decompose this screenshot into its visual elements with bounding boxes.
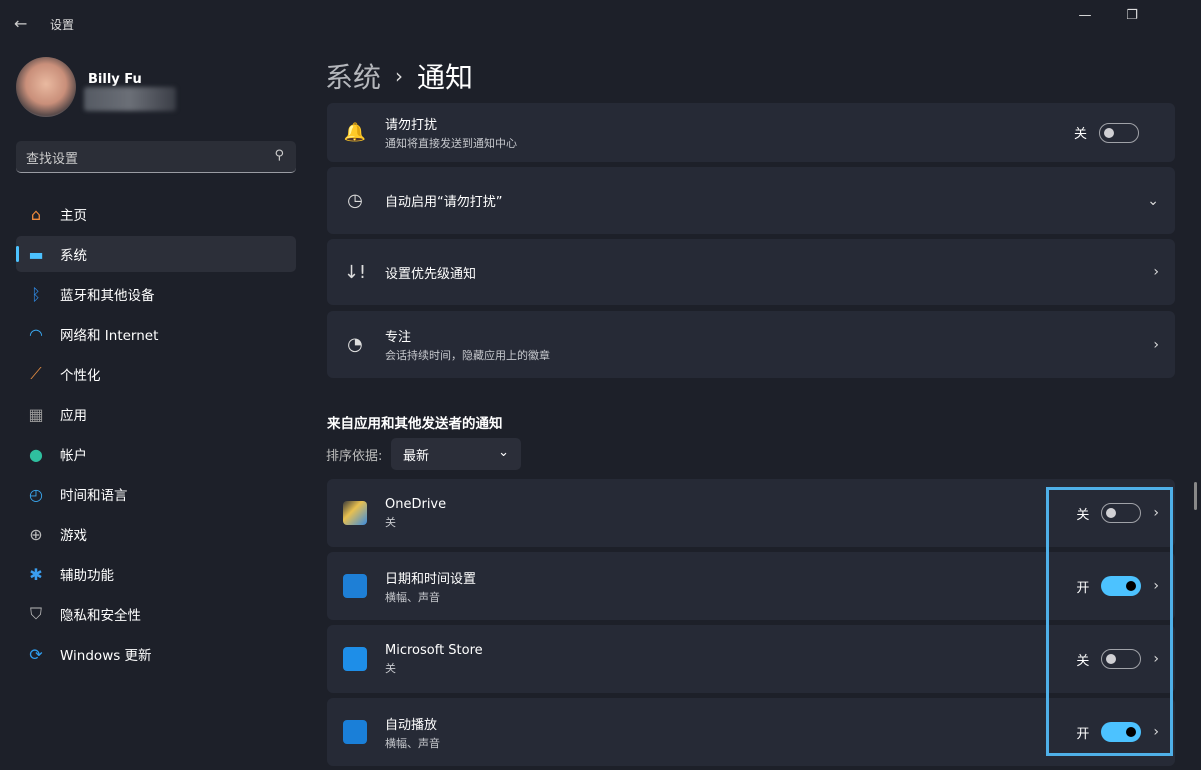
clock-icon: ◷ [347, 190, 363, 211]
sidebar-item-bluetooth[interactable]: ᛒ 蓝牙和其他设备 [16, 276, 296, 312]
sidebar-item-wifi[interactable]: ◠ 网络和 Internet [16, 316, 296, 352]
sidebar-item-label: 网络和 Internet [60, 328, 159, 344]
sidebar-item-brush[interactable]: ⟋ 个性化 [16, 356, 296, 392]
breadcrumb-separator: › [395, 64, 404, 88]
accessibility-icon: ✱ [29, 564, 43, 584]
home-icon: ⌂ [30, 204, 42, 224]
sidebar-item-label: 系统 [60, 248, 87, 264]
scrollbar[interactable] [1194, 482, 1197, 510]
app-name: OneDrive [385, 496, 447, 512]
sidebar-item-label: 蓝牙和其他设备 [60, 288, 155, 304]
back-button[interactable]: ← [14, 14, 27, 33]
app-subtitle: 关 [385, 515, 396, 529]
app-subtitle: 关 [385, 661, 396, 675]
app-subtitle: 横幅、声音 [385, 736, 440, 750]
auto-dnd-row[interactable]: ◷ 自动启用“请勿打扰” ⌄ [327, 167, 1175, 234]
app-title: 设置 [50, 18, 75, 32]
bell-snooze-icon: 🔔 [343, 122, 367, 143]
sidebar-item-label: 时间和语言 [60, 488, 128, 504]
sidebar-item-apps[interactable]: ▦ 应用 [16, 396, 296, 432]
sidebar-item-system[interactable]: ▬ 系统 [16, 236, 296, 272]
user-name: Billy Fu [88, 72, 142, 87]
brush-icon: ⟋ [30, 364, 42, 383]
autoplay-icon [343, 720, 367, 744]
chevron-down-icon: ⌄ [498, 445, 509, 460]
sidebar-item-label: 隐私和安全性 [60, 608, 141, 624]
do-not-disturb-toggle[interactable] [1099, 122, 1139, 143]
sidebar-item-label: 主页 [60, 208, 87, 224]
breadcrumb-parent[interactable]: 系统 [325, 56, 381, 96]
update-icon: ⟳ [29, 644, 43, 664]
onedrive-icon [343, 501, 367, 525]
app-name: 自动播放 [385, 717, 438, 733]
active-indicator [16, 246, 19, 262]
app-name: 日期和时间设置 [385, 571, 477, 587]
setting-title: 设置优先级通知 [385, 266, 477, 282]
sidebar-item-label: 游戏 [60, 528, 87, 544]
sort-value: 最新 [403, 449, 430, 464]
account-icon: ● [29, 444, 43, 464]
sidebar-item-accessibility[interactable]: ✱ 辅助功能 [16, 556, 296, 592]
breadcrumb: 系统 › 通知 [325, 56, 473, 96]
sidebar-item-label: 辅助功能 [60, 568, 114, 584]
chevron-down-icon[interactable]: ⌄ [1147, 193, 1159, 209]
focus-row[interactable]: ◔ 专注会话持续时间，隐藏应用上的徽章 › [327, 311, 1175, 378]
date-time-settings-icon [343, 574, 367, 598]
page-title: 通知 [417, 61, 474, 94]
highlight-box [1046, 487, 1173, 756]
section-heading: 来自应用和其他发送者的通知 [327, 416, 503, 432]
microsoft-store-icon [343, 647, 367, 671]
sidebar-item-account[interactable]: ● 帐户 [16, 436, 296, 472]
sidebar-item-label: Windows 更新 [60, 648, 152, 664]
search-placeholder: 查找设置 [26, 152, 79, 167]
setting-subtitle: 会话持续时间，隐藏应用上的徽章 [385, 349, 550, 362]
user-email-blurred [84, 87, 176, 111]
minimize-button[interactable]: — [1070, 8, 1100, 23]
gamepad-icon: ⊕ [29, 524, 43, 544]
sidebar-item-time-language[interactable]: ◴ 时间和语言 [16, 476, 296, 512]
sidebar-item-shield[interactable]: ⛉ 隐私和安全性 [16, 596, 296, 632]
sidebar-item-label: 个性化 [60, 368, 101, 384]
chevron-right-icon: › [1153, 336, 1159, 353]
priority-notifications-row[interactable]: ↓! 设置优先级通知 › [327, 239, 1175, 305]
apps-icon: ▦ [28, 404, 44, 424]
setting-title: 请勿打扰 [385, 118, 438, 133]
app-subtitle: 横幅、声音 [385, 590, 440, 604]
sidebar-item-label: 帐户 [60, 448, 87, 464]
do-not-disturb-row: 🔔 请勿打扰通知将直接发送到通知中心 关 [327, 103, 1175, 162]
setting-title: 自动启用“请勿打扰” [385, 195, 503, 210]
focus-icon: ◔ [347, 334, 363, 355]
setting-title: 专注 [385, 330, 412, 345]
app-name: Microsoft Store [385, 642, 483, 658]
chevron-right-icon: › [1153, 264, 1159, 280]
sort-label: 排序依据: [326, 449, 383, 464]
shield-icon: ⛉ [29, 604, 42, 623]
sidebar-item-update[interactable]: ⟳ Windows 更新 [16, 636, 296, 672]
sidebar-item-label: 应用 [60, 408, 87, 424]
bluetooth-icon: ᛒ [31, 284, 41, 304]
wifi-icon: ◠ [29, 324, 43, 344]
avatar[interactable] [16, 57, 76, 117]
priority-icon: ↓! [343, 261, 367, 283]
toggle-state-label: 关 [1073, 127, 1087, 142]
search-icon[interactable]: ⚲ [274, 148, 284, 163]
sort-dropdown[interactable]: 最新 ⌄ [391, 438, 521, 470]
restore-button[interactable]: ❐ [1117, 8, 1147, 23]
sidebar-item-gamepad[interactable]: ⊕ 游戏 [16, 516, 296, 552]
time-language-icon: ◴ [29, 484, 43, 504]
search-input[interactable]: 查找设置 ⚲ [16, 141, 296, 173]
setting-subtitle: 通知将直接发送到通知中心 [385, 137, 517, 150]
sidebar-item-home[interactable]: ⌂ 主页 [16, 196, 296, 232]
system-icon: ▬ [28, 244, 44, 264]
